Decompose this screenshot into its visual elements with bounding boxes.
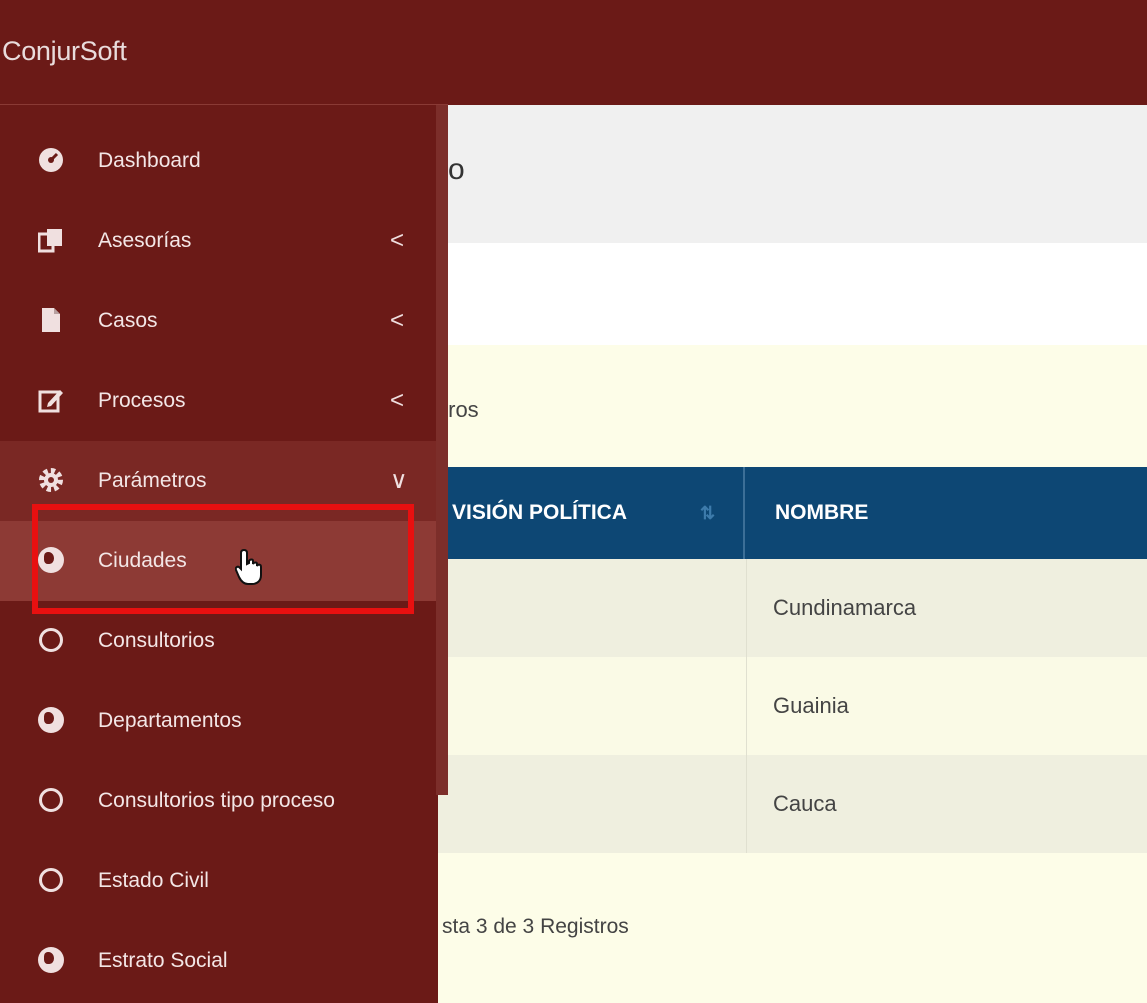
sidebar-item-consultorios-tipo-proceso[interactable]: Consultorios tipo proceso [0,761,438,841]
sidebar-item-label: Consultorios tipo proceso [98,789,335,812]
table-cell-nombre: Cundinamarca [773,595,917,620]
page-title: o [448,153,465,186]
table-row[interactable]: Cauca [438,755,1147,853]
edit-icon [38,387,64,413]
table-info-text: sta 3 de 3 Registros [442,915,629,938]
table-cell-nombre: Guainia [773,693,849,718]
sidebar-item-label: Estado Civil [98,869,209,892]
circle-icon [38,627,64,653]
sidebar-item-label: Estrato Social [98,949,228,972]
table-cell [438,559,747,657]
main-content: o tros VISIÓN POLÍTICA ⇅ NOMBRE Cundinam… [438,105,1147,1003]
sort-icon[interactable]: ⇅ [700,467,715,559]
column-header-nombre[interactable]: NOMBRE [747,467,1147,559]
sidebar-item-dashboard[interactable]: Dashboard [0,121,438,201]
sidebar-item-label: Dashboard [98,149,201,172]
sidebar-item-estado-civil[interactable]: Estado Civil [0,841,438,921]
brand-logo-text[interactable]: ConjurSoft [2,36,127,67]
sidebar-item-casos[interactable]: Casos < [0,281,438,361]
chevron-left-icon: < [390,387,405,414]
sidebar-item-label: Asesorías [98,229,192,252]
circle-icon [38,867,64,893]
globe-icon [38,947,64,973]
page-header: o [438,105,1147,243]
table-cell-nombre: Cauca [773,791,837,816]
content-panel [438,243,1147,345]
circle-icon [38,787,64,813]
file-icon [38,307,64,333]
gear-icon [38,467,64,493]
chevron-left-icon: < [390,307,405,334]
sidebar-item-estrato-social[interactable]: Estrato Social [0,921,438,1001]
sidebar-item-label: Casos [98,309,158,332]
sidebar-item-procesos[interactable]: Procesos < [0,361,438,441]
highlight-annotation-box [32,504,414,614]
sidebar-item-asesorias[interactable]: Asesorías < [0,201,438,281]
table-cell [438,657,747,755]
column-header-label: VISIÓN POLÍTICA [452,501,628,524]
table-row[interactable]: Guainia [438,657,1147,755]
hand-pointer-cursor-icon [234,548,265,595]
records-card: tros VISIÓN POLÍTICA ⇅ NOMBRE Cundinamar… [438,345,1147,1003]
brand-area: ConjurSoft [0,0,448,105]
sidebar-item-label: Departamentos [98,709,242,732]
table-cell [438,755,747,853]
sidebar-item-departamentos[interactable]: Departamentos [0,681,438,761]
column-header-label: NOMBRE [775,501,869,524]
sidebar-scrollbar[interactable] [436,105,448,795]
dashboard-icon [38,147,64,173]
column-header-division-politica[interactable]: VISIÓN POLÍTICA ⇅ [438,467,745,559]
card-header: tros [438,345,1147,467]
copy-icon [38,227,64,253]
sidebar-item-label: Procesos [98,389,186,412]
globe-icon [38,707,64,733]
table-row[interactable]: Cundinamarca [438,559,1147,657]
table-header: VISIÓN POLÍTICA ⇅ NOMBRE [438,467,1147,559]
chevron-left-icon: < [390,227,405,254]
